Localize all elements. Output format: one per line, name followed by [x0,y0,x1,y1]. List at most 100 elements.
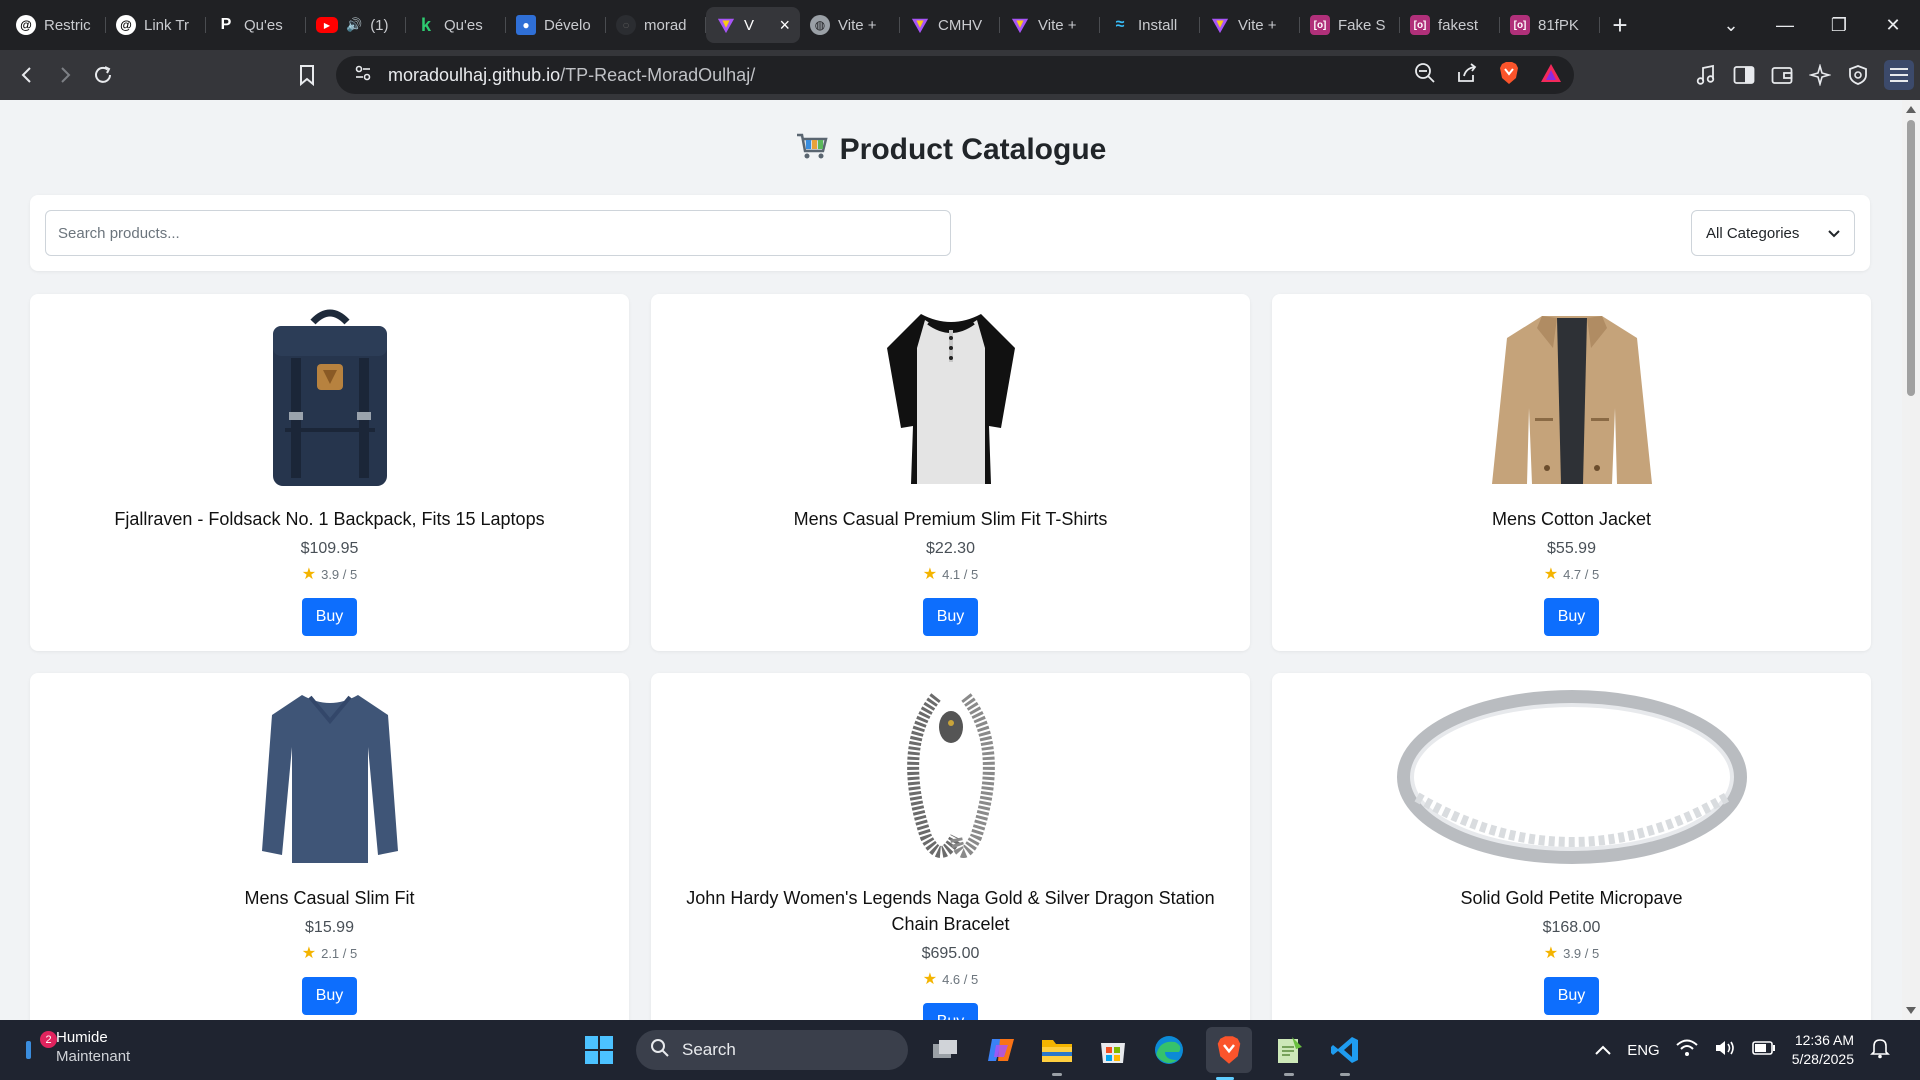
zoom-out-icon[interactable] [1414,62,1436,89]
buy-button[interactable]: Buy [1543,977,1600,1015]
browser-tab[interactable]: k Qu'es [406,7,506,43]
vpn-shield-icon[interactable] [1846,63,1870,87]
close-window-button[interactable]: ✕ [1866,15,1920,36]
browser-tab-strip: @ Restric @ Link Tr P Qu'es ▶ 🔊 (1) k Qu… [0,0,1920,50]
buy-button[interactable]: Buy [922,598,979,636]
tab-label: morad [644,16,687,34]
chevron-up-icon[interactable] [1595,1042,1611,1059]
taskbar-clock[interactable]: 12:36 AM 5/28/2025 [1792,1031,1854,1069]
category-select[interactable]: All Categories [1691,210,1855,256]
music-note-icon[interactable] [1694,63,1718,87]
search-input[interactable] [45,210,951,256]
product-grid: Fjallraven - Foldsack No. 1 Backpack, Fi… [30,294,1871,1020]
product-image-longsleeve [30,687,629,867]
notification-bell-icon[interactable] [1870,1037,1890,1063]
battery-icon[interactable] [1751,1041,1776,1059]
browser-tab[interactable]: Vite + [1200,7,1300,43]
windows-start-icon[interactable] [580,1031,618,1069]
buy-button[interactable]: Buy [301,977,358,1015]
buy-button[interactable]: Buy [922,1003,979,1020]
browser-tab[interactable]: ◍ Vite + [800,7,900,43]
back-button[interactable] [8,56,46,94]
star-icon: ★ [922,971,938,988]
weather-widget[interactable]: 2 Humide Maintenant [22,1028,130,1066]
taskbar-search[interactable]: Search [636,1030,908,1070]
scroll-down-arrow-icon[interactable] [1906,1007,1916,1014]
browser-tab[interactable]: @ Restric [6,7,106,43]
bookmark-icon[interactable] [288,56,326,94]
edge-browser-icon[interactable] [1150,1031,1188,1069]
product-title: Mens Cotton Jacket [1491,509,1652,529]
globe-icon: ◍ [810,15,830,35]
reload-button[interactable] [84,56,122,94]
browser-tab[interactable]: [o] Fake S [1300,7,1400,43]
browser-tab[interactable]: @ Link Tr [106,7,206,43]
browser-tab[interactable]: [o] fakest [1400,7,1500,43]
scroll-thumb[interactable] [1907,120,1915,396]
browser-tab[interactable]: Vite + [1000,7,1100,43]
weather-subtitle: Maintenant [56,1048,131,1065]
tab-label: V [744,16,755,34]
sidebar-icon[interactable] [1732,63,1756,87]
browser-tab[interactable]: ● Dévelo [506,7,606,43]
product-price: $109.95 [300,540,359,557]
product-title: John Hardy Women's Legends Naga Gold & S… [686,888,1215,934]
wifi-icon[interactable] [1676,1039,1698,1061]
leo-ai-icon[interactable] [1808,63,1832,87]
brave-browser-icon[interactable] [1206,1027,1252,1080]
file-explorer-icon[interactable] [1038,1031,1076,1076]
notification-badge: 2 [40,1031,57,1048]
browser-tab[interactable]: [o] 81fPK [1500,7,1600,43]
toolbar-right-actions [1694,50,1914,100]
share-icon[interactable] [1456,62,1478,89]
tab-label: Link Tr [144,16,190,34]
buy-button[interactable]: Buy [301,598,358,636]
copilot-icon[interactable] [982,1031,1020,1069]
browser-tab[interactable]: CMHV [900,7,1000,43]
new-tab-button[interactable]: + [1600,10,1640,41]
task-view-icon[interactable] [926,1031,964,1069]
page-title-text: Product Catalogue [839,133,1107,166]
bracket-icon: [o] [1410,15,1430,35]
rating-value: 4.6 / 5 [942,971,979,987]
product-title: Mens Casual Premium Slim Fit T-Shirts [793,509,1108,529]
product-image-bracelet [651,687,1250,867]
microsoft-store-icon[interactable] [1094,1031,1132,1069]
browser-tab[interactable]: ≈ Install [1100,7,1200,43]
browser-tab[interactable]: P Qu'es [206,7,306,43]
product-price: $168.00 [1542,919,1601,936]
product-rating: ★ 4.1 / 5 [651,564,1250,584]
buy-button[interactable]: Buy [1543,598,1600,636]
browser-tab[interactable]: ○ morad [606,7,706,43]
tab-label: Qu'es [244,16,283,34]
address-bar-actions [1414,56,1562,94]
shopping-cart-icon [796,132,828,168]
vscode-icon[interactable] [1326,1031,1364,1076]
vite-icon [716,15,736,35]
minimize-button[interactable]: — [1758,15,1812,36]
language-indicator[interactable]: ENG [1627,1042,1660,1059]
brave-rewards-icon[interactable] [1540,63,1562,88]
brave-shields-icon[interactable] [1498,61,1520,90]
scroll-up-arrow-icon[interactable] [1906,106,1916,113]
volume-icon[interactable] [1714,1039,1736,1061]
restore-button[interactable]: ❐ [1812,15,1866,36]
address-bar[interactable]: moradoulhaj.github.io/TP-React-MoradOulh… [336,56,1574,94]
browser-tab-active[interactable]: V × [706,7,800,43]
close-tab-icon[interactable]: × [779,15,790,36]
page-scrollbar[interactable] [1902,100,1920,1020]
p-icon: P [220,16,232,33]
rating-value: 2.1 / 5 [321,945,358,961]
url-text: moradoulhaj.github.io/TP-React-MoradOulh… [388,65,755,86]
wallet-icon[interactable] [1770,63,1794,87]
menu-hamburger-icon[interactable] [1884,60,1914,90]
site-settings-icon[interactable] [354,64,372,87]
forward-button[interactable] [46,56,84,94]
speaker-icon[interactable]: 🔊 [346,17,362,33]
tab-label: Install [1138,16,1178,34]
url-domain: moradoulhaj.github.io [388,64,561,85]
notepad-plus-plus-icon[interactable] [1270,1031,1308,1076]
tab-search-chevron-icon[interactable]: ⌄ [1704,15,1758,36]
threads-icon: @ [16,15,36,35]
browser-tab[interactable]: ▶ 🔊 (1) [306,7,406,43]
